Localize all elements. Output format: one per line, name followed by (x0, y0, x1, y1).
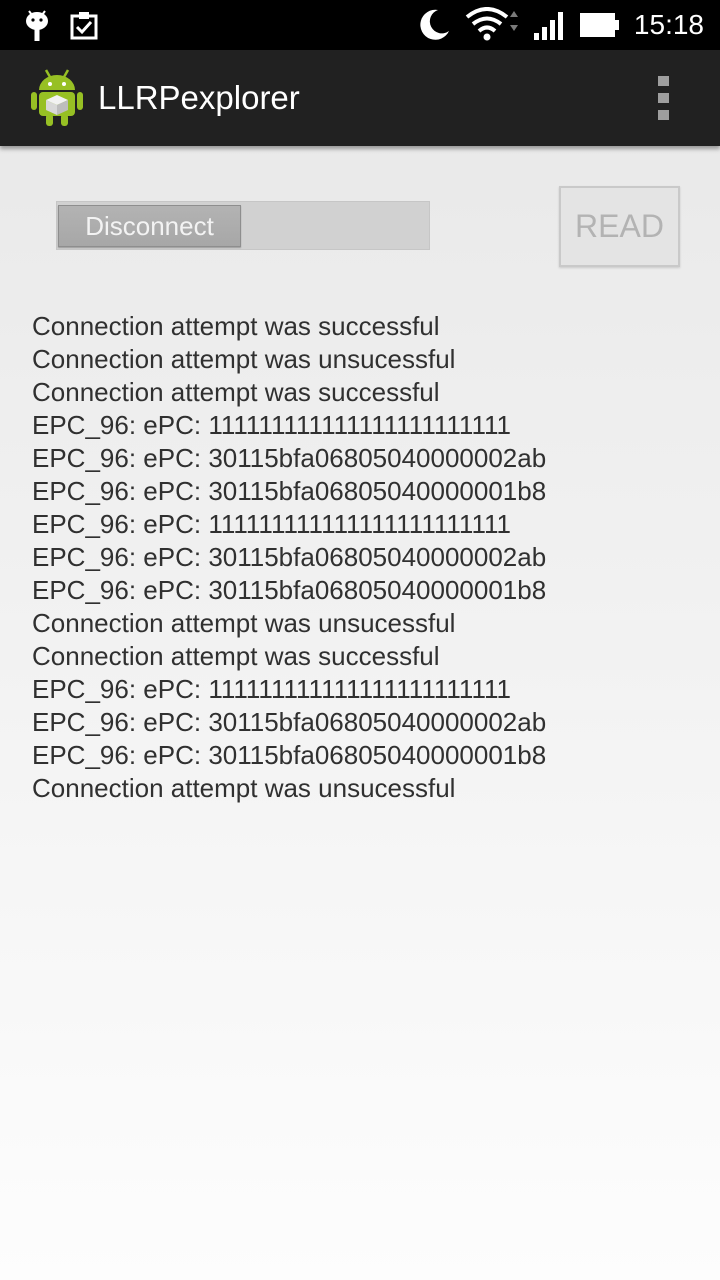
signal-icon (530, 0, 570, 50)
status-time: 15:18 (633, 9, 704, 40)
log-line: Connection attempt was unsucessful (32, 608, 456, 638)
overflow-menu-icon[interactable] (646, 76, 680, 120)
read-button[interactable]: READ (559, 186, 680, 267)
android-debug-icon (22, 0, 52, 50)
clipboard-check-icon (68, 0, 100, 50)
log-line: EPC_96: ePC: 111111111111111111111111 (32, 410, 511, 440)
android-robot-icon (30, 68, 84, 128)
log-line: Connection attempt was successful (32, 377, 440, 407)
log-line: Connection attempt was successful (32, 641, 440, 671)
moon-icon (414, 0, 454, 50)
log-line: EPC_96: ePC: 30115bfa06805040000001b8 (32, 575, 547, 605)
log-line: EPC_96: ePC: 30115bfa06805040000001b8 (32, 740, 547, 770)
log-line: Connection attempt was successful (32, 311, 440, 341)
app-title: LLRPexplorer (98, 79, 300, 116)
log-line: EPC_96: ePC: 30115bfa06805040000002ab (32, 707, 547, 737)
wifi-icon (464, 0, 522, 50)
log-output: Connection attempt was successful Connect… (32, 310, 692, 805)
log-line: EPC_96: ePC: 111111111111111111111111 (32, 674, 511, 704)
battery-icon (578, 0, 622, 50)
app-screen: 15:18 LLRPexplorer Disconnect READ Conne… (0, 0, 720, 1280)
log-line: EPC_96: ePC: 30115bfa06805040000002ab (32, 443, 547, 473)
action-bar: LLRPexplorer (0, 50, 720, 146)
log-line: EPC_96: ePC: 30115bfa06805040000002ab (32, 542, 547, 572)
log-line: Connection attempt was unsucessful (32, 344, 456, 374)
menu-dot (657, 93, 669, 103)
log-line: EPC_96: ePC: 111111111111111111111111 (32, 509, 511, 539)
log-line: EPC_96: ePC: 30115bfa06805040000001b8 (32, 476, 547, 506)
menu-dot (657, 110, 669, 120)
log-line: Connection attempt was unsucessful (32, 773, 456, 803)
menu-dot (657, 76, 669, 86)
status-bar: 15:18 (0, 0, 720, 50)
connection-toggle[interactable]: Disconnect (58, 205, 241, 247)
